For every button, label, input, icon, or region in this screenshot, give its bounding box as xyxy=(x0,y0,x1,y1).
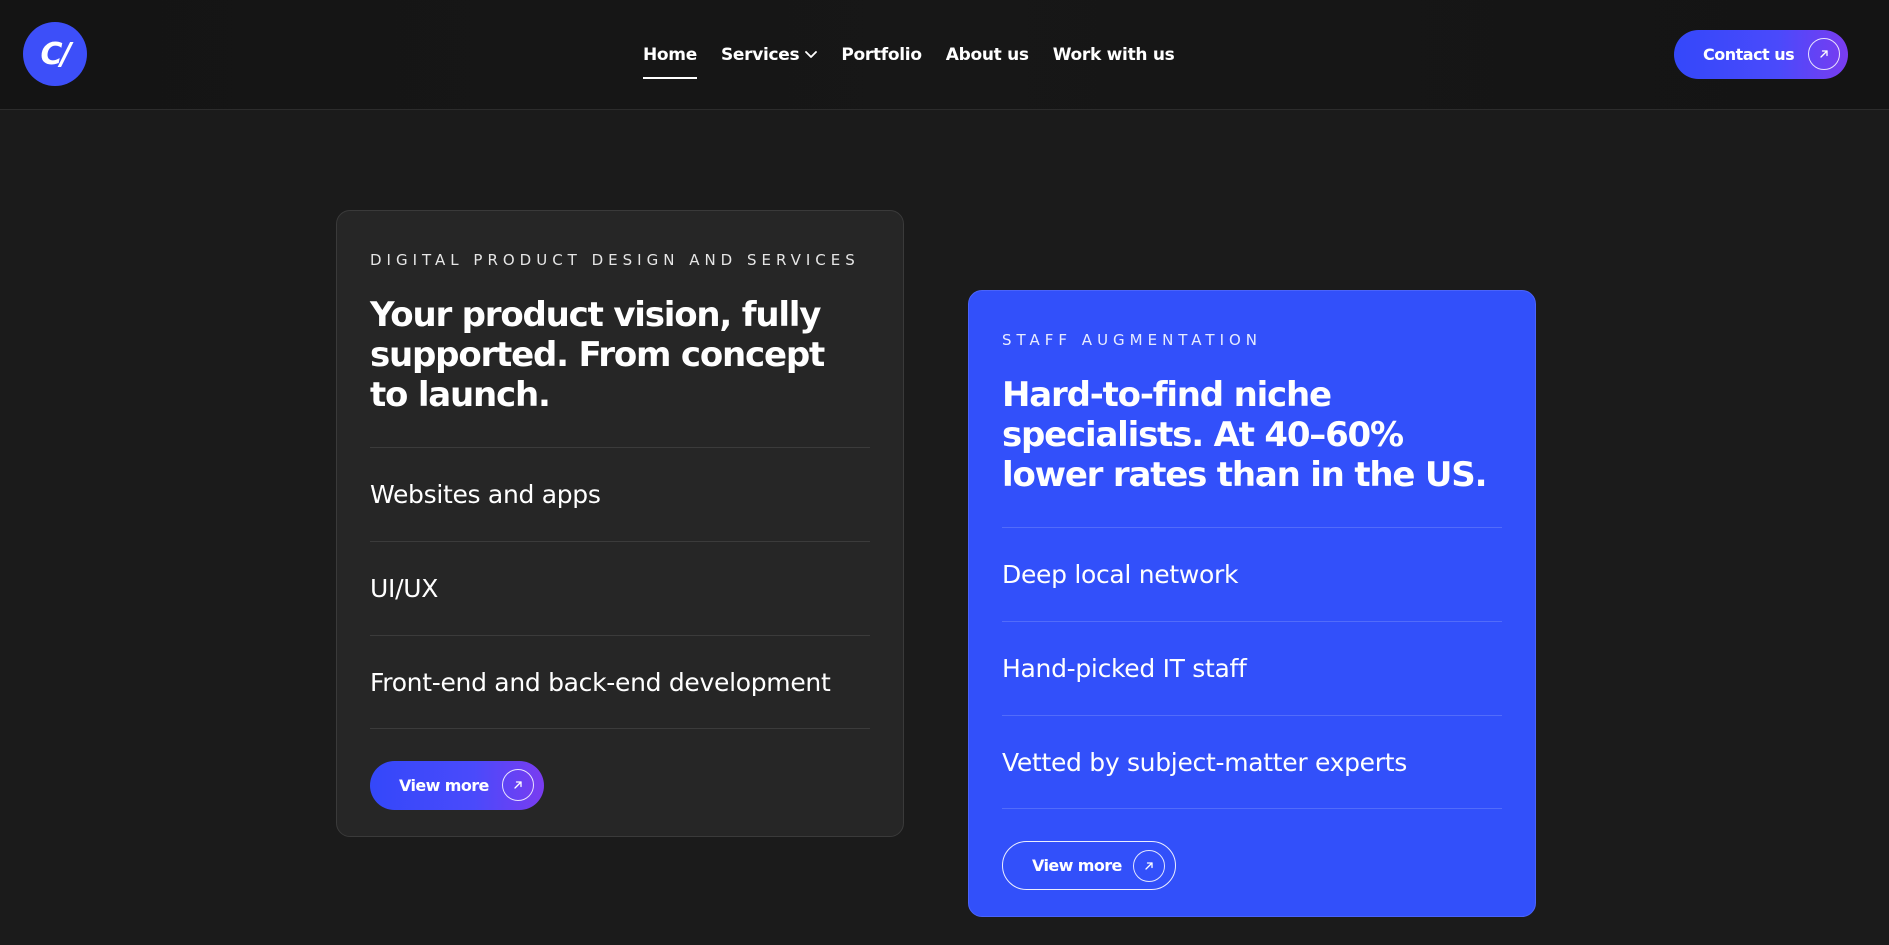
list-item: UI/UX xyxy=(370,541,870,635)
list-item: Front-end and back-end development xyxy=(370,635,870,729)
view-more-button[interactable]: View more xyxy=(370,761,544,810)
list-item: Deep local network xyxy=(1002,527,1502,621)
list-item: Websites and apps xyxy=(370,447,870,541)
nav-item-label: Services xyxy=(720,45,800,65)
nav-item-work-with-us[interactable]: Work with us xyxy=(1053,45,1175,65)
main-nav: Home Services Portfolio About us Work wi… xyxy=(643,0,1175,110)
chevron-down-icon xyxy=(805,51,818,58)
arrow-up-right-icon xyxy=(1808,38,1840,70)
nav-item-label: Work with us xyxy=(1052,45,1175,65)
service-card-digital-product: DIGITAL PRODUCT DESIGN AND SERVICES Your… xyxy=(336,210,904,837)
nav-item-label: About us xyxy=(945,45,1029,65)
card-feature-list: Deep local network Hand-picked IT staff … xyxy=(1002,527,1502,809)
view-more-label: View more xyxy=(1032,856,1122,875)
arrow-up-right-icon xyxy=(502,769,534,801)
nav-item-about-us[interactable]: About us xyxy=(946,45,1029,65)
card-feature-list: Websites and apps UI/UX Front-end and ba… xyxy=(370,447,870,729)
nav-item-services[interactable]: Services xyxy=(720,45,818,65)
view-more-label: View more xyxy=(399,776,489,795)
page: C/ Home Services Portfolio About us Work… xyxy=(0,0,1889,945)
service-card-staff-augmentation: STAFF AUGMENTATION Hard-to-find niche sp… xyxy=(968,290,1536,917)
list-item: Hand-picked IT staff xyxy=(1002,621,1502,715)
view-more-button[interactable]: View more xyxy=(1002,841,1176,890)
nav-item-portfolio[interactable]: Portfolio xyxy=(841,45,922,65)
card-headline: Your product vision, fully supported. Fr… xyxy=(370,295,825,415)
list-item: Vetted by subject-matter experts xyxy=(1002,715,1502,809)
nav-item-label: Portfolio xyxy=(841,45,922,65)
card-eyebrow: DIGITAL PRODUCT DESIGN AND SERVICES xyxy=(370,251,860,269)
nav-item-label: Home xyxy=(643,45,697,65)
company-logo[interactable]: C/ xyxy=(23,22,87,86)
contact-us-label: Contact us xyxy=(1703,45,1795,64)
card-eyebrow: STAFF AUGMENTATION xyxy=(1002,331,1263,349)
card-headline: Hard-to-find niche specialists. At 40–60… xyxy=(1002,375,1487,495)
contact-us-button[interactable]: Contact us xyxy=(1674,30,1848,79)
arrow-up-right-icon xyxy=(1133,850,1165,882)
site-header: C/ Home Services Portfolio About us Work… xyxy=(0,0,1889,110)
nav-item-home[interactable]: Home xyxy=(643,45,697,79)
